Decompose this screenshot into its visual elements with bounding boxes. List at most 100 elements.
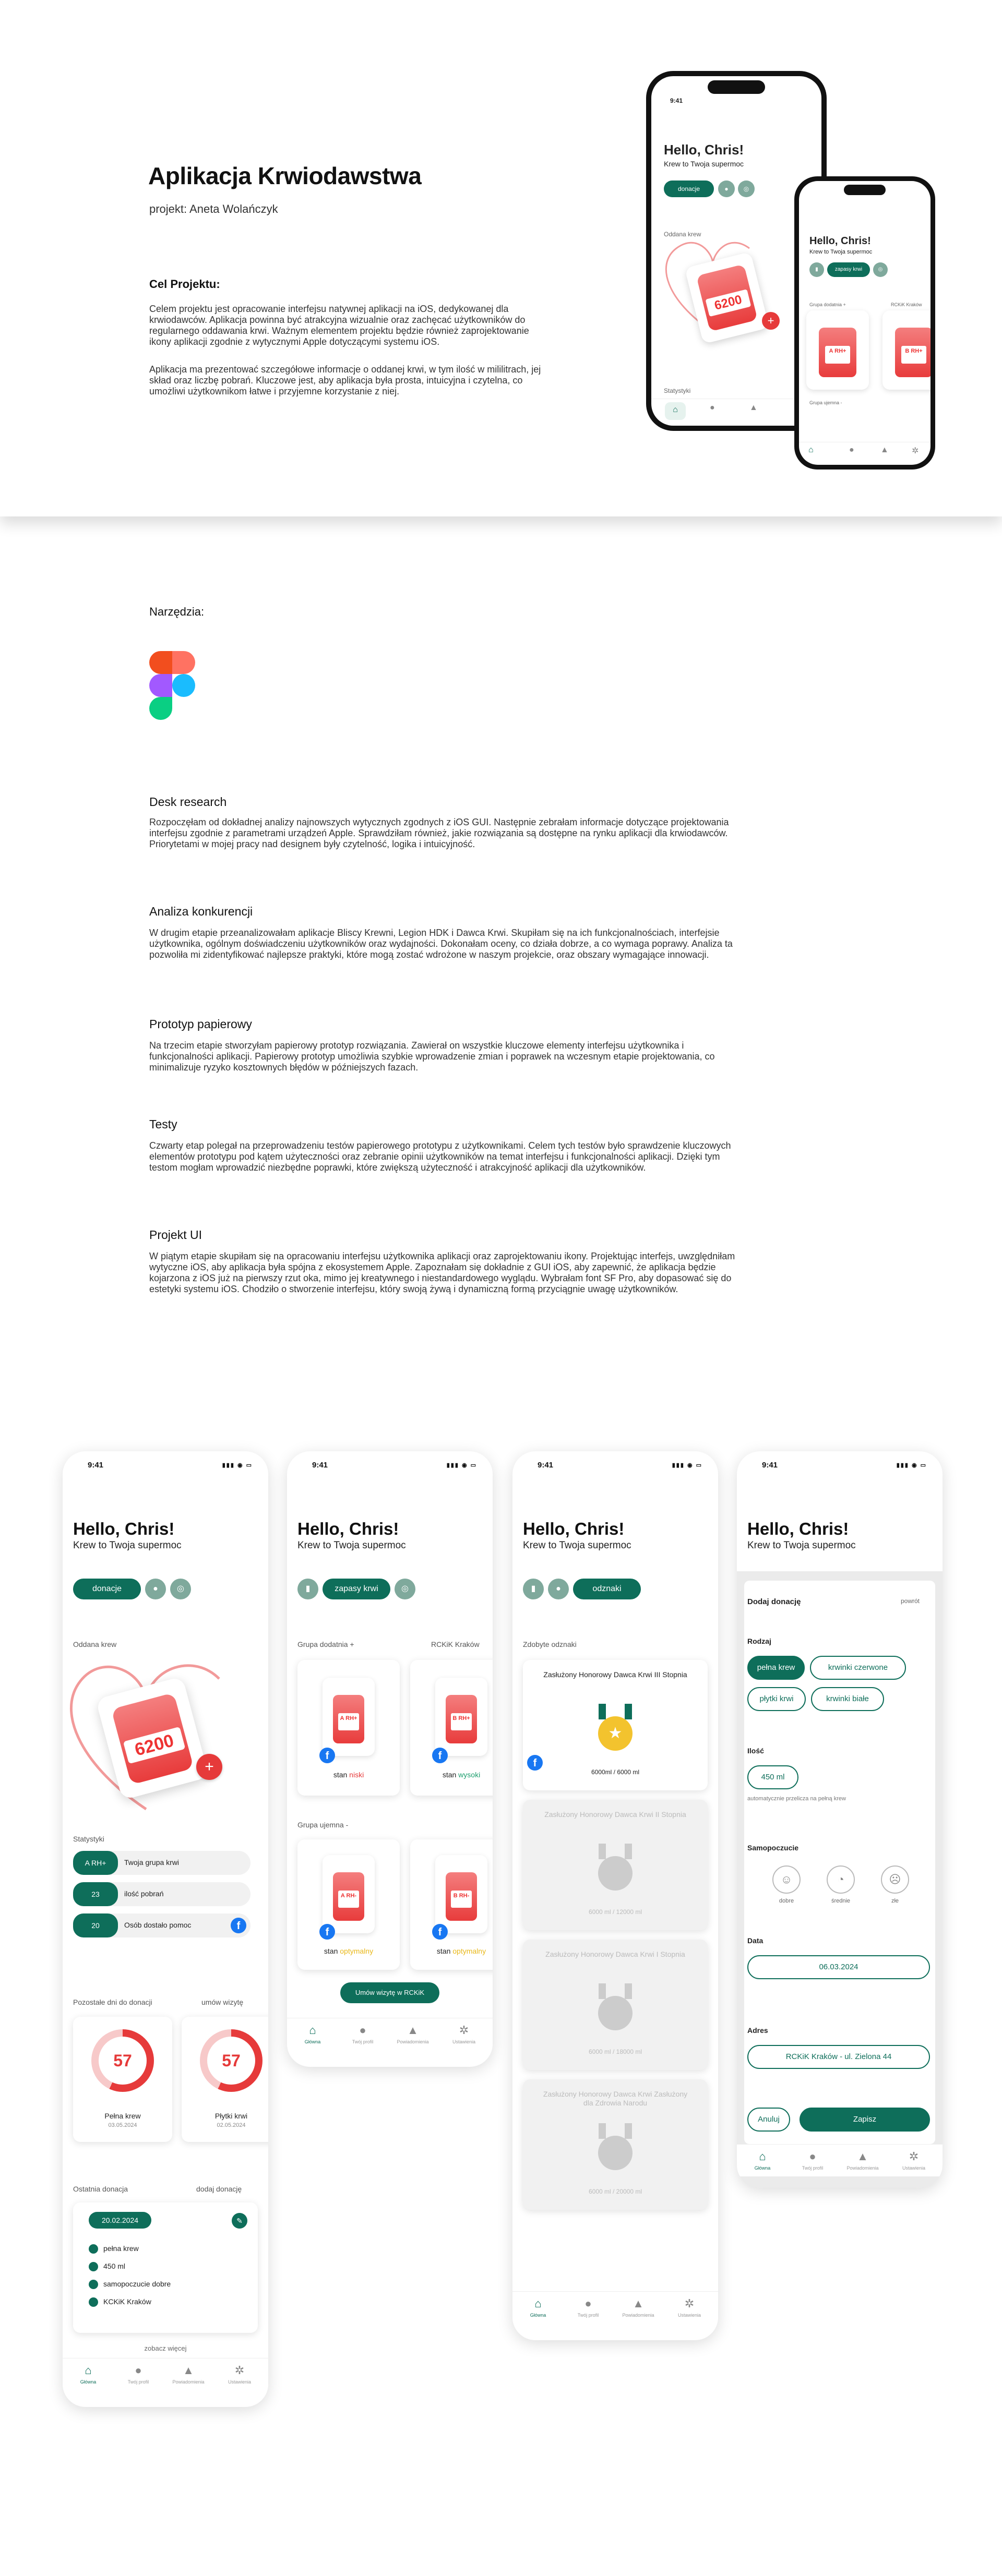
stat-label: Osób dostało pomoc <box>124 1921 192 1929</box>
cancel-button[interactable]: Anuluj <box>747 2108 790 2132</box>
home-icon[interactable]: ⌂ <box>808 446 814 455</box>
bell-icon[interactable]: ▲ <box>749 403 758 413</box>
drop-icon[interactable]: ● <box>145 1579 166 1599</box>
tab-profile[interactable]: ● Twój profil <box>115 2364 162 2385</box>
save-button[interactable]: Zapisz <box>800 2108 930 2132</box>
tab-notifications[interactable]: ▲ Powiadomienia <box>839 2150 886 2171</box>
amount-input[interactable]: 450 ml <box>747 1765 798 1789</box>
edit-icon[interactable]: ✎ <box>232 2213 247 2229</box>
blood-type: A RH- <box>338 1890 359 1908</box>
badges-button[interactable]: odznaki <box>573 1579 641 1599</box>
last-donation-date: 20.02.2024 <box>89 2212 151 2229</box>
page-title: Aplikacja Krwiodawstwa <box>148 162 422 189</box>
bell-icon[interactable]: ▲ <box>880 446 889 455</box>
see-more-link[interactable]: zobacz więcej <box>63 2344 268 2352</box>
greeting: Hello, Chris! <box>73 1519 175 1538</box>
add-button[interactable]: + <box>762 312 780 330</box>
stocks-button[interactable]: zapasy krwi <box>323 1579 390 1599</box>
medal-icon[interactable]: ◎ <box>395 1579 415 1599</box>
blood-stock-card[interactable]: B RH+ f stan wysoki <box>410 1660 493 1796</box>
gauge-value: 57 <box>99 2037 147 2085</box>
address-input[interactable]: RCKiK Kraków - ul. Zielona 44 <box>747 2045 930 2069</box>
tab-notifications[interactable]: ▲ Powiadomienia <box>389 2024 436 2044</box>
blood-stock-card[interactable]: A RH- f stan optymalny <box>297 1839 400 1970</box>
home-icon: ⌂ <box>759 2150 766 2163</box>
tab-notifications[interactable]: ▲ Powiadomienia <box>615 2297 662 2318</box>
drop-icon[interactable]: ● <box>718 180 735 197</box>
facebook-icon[interactable]: f <box>432 1924 448 1940</box>
donate-icon[interactable]: ▮ <box>523 1579 544 1599</box>
kind-chip[interactable]: krwinki białe <box>811 1687 884 1711</box>
stock-status: stan wysoki <box>442 1771 481 1779</box>
home-icon[interactable]: ⌂ <box>665 402 686 420</box>
tab-settings[interactable]: ✲ Ustawienia <box>216 2364 263 2385</box>
neutral-face-icon[interactable]: ◔ <box>827 1865 855 1894</box>
tab-profile[interactable]: ● Twój profil <box>789 2150 836 2171</box>
section-text: Czwarty etap polegał na przeprowadzeniu … <box>149 1140 731 1173</box>
add-donation-button[interactable]: + <box>196 1754 222 1780</box>
book-visit-link[interactable]: umów wizytę <box>201 1998 243 2006</box>
tab-settings[interactable]: ✲ Ustawienia <box>666 2297 713 2318</box>
tools-heading: Narzędzia: <box>149 605 205 618</box>
greeting: Hello, Chris! <box>747 1519 849 1538</box>
blood-stock-card[interactable]: A RH+ f stan niski <box>297 1660 400 1796</box>
tab-profile[interactable]: ● Twój profil <box>339 2024 386 2044</box>
gauge-card[interactable]: 57 Pełna krew 03.05.2024 <box>73 2017 172 2142</box>
status-time: 9:41 <box>312 1461 328 1470</box>
tab-settings[interactable]: ✲ Ustawienia <box>440 2024 487 2044</box>
status-time: 9:41 <box>762 1461 778 1470</box>
profile-icon[interactable]: ● <box>849 446 854 455</box>
medal-icon[interactable]: ◎ <box>738 180 755 197</box>
tab-home[interactable]: ⌂ Główna <box>515 2297 562 2318</box>
tab-settings[interactable]: ✲ Ustawienia <box>890 2150 937 2171</box>
home-icon: ⌂ <box>85 2364 92 2377</box>
tab-home[interactable]: ⌂ Główna <box>65 2364 112 2385</box>
status-time: 9:41 <box>88 1461 104 1470</box>
drop-icon[interactable]: ● <box>548 1579 569 1599</box>
detail-text: samopoczucie dobre <box>103 2280 171 2288</box>
facebook-icon[interactable]: f <box>231 1918 246 1933</box>
blood-stock-card[interactable]: B RH+ <box>882 310 931 390</box>
donate-icon[interactable]: ▮ <box>809 262 824 277</box>
profile-icon[interactable]: ● <box>710 403 715 413</box>
stocks-button[interactable]: zapasy krwi <box>827 262 870 277</box>
donations-button[interactable]: donacje <box>664 180 714 197</box>
stat-value: A RH+ <box>73 1851 118 1875</box>
facebook-icon[interactable]: f <box>432 1748 448 1763</box>
last-donation-card[interactable]: 20.02.2024 ✎ pełna krew 450 ml samopoczu… <box>73 2202 258 2333</box>
tab-home[interactable]: ⌂ Główna <box>289 2024 336 2044</box>
book-rckik-button[interactable]: Umów wizytę w RCKiK <box>340 1982 439 2003</box>
facebook-icon[interactable]: f <box>319 1748 335 1763</box>
sad-face-icon[interactable]: ☹ <box>881 1865 909 1894</box>
kind-chip[interactable]: pełna krew <box>747 1656 805 1680</box>
blood-stock-card[interactable]: B RH- f stan optymalny <box>410 1839 493 1970</box>
back-link[interactable]: powrót <box>901 1597 920 1605</box>
badge-card-locked[interactable]: Zasłużony Honorowy Dawca Krwi II Stopnia… <box>523 1800 708 1930</box>
tab-home[interactable]: ⌂ Główna <box>739 2150 786 2171</box>
donations-button[interactable]: donacje <box>73 1579 141 1599</box>
badge-card-locked[interactable]: Zasłużony Honorowy Dawca Krwi Zasłużony … <box>523 2079 708 2210</box>
gear-icon[interactable]: ✲ <box>912 446 918 456</box>
blood-stock-card[interactable]: A RH+ <box>806 310 869 390</box>
gauge-label: Pełna krew <box>104 2112 141 2120</box>
status-time: 9:41 <box>670 97 683 104</box>
date-input[interactable]: 06.03.2024 <box>747 1955 930 1979</box>
medal-icon[interactable]: ◎ <box>170 1579 191 1599</box>
smile-icon[interactable]: ☺ <box>772 1865 801 1894</box>
kind-chip[interactable]: płytki krwi <box>747 1687 806 1711</box>
tagline: Krew to Twoja supermoc <box>73 1540 182 1551</box>
tagline: Krew to Twoja supermoc <box>297 1540 406 1551</box>
date-label: Data <box>747 1936 764 1945</box>
badge-card[interactable]: Zasłużony Honorowy Dawca Krwi III Stopni… <box>523 1660 708 1790</box>
tab-profile[interactable]: ● Twój profil <box>565 2297 612 2318</box>
tab-notifications[interactable]: ▲ Powiadomienia <box>165 2364 212 2385</box>
screen-stocks: 9:41 ▮▮▮ ◉ ▭ Hello, Chris! Krew to Twoja … <box>287 1451 493 2067</box>
badge-card-locked[interactable]: Zasłużony Honorowy Dawca Krwi I Stopnia … <box>523 1940 708 2070</box>
facebook-icon[interactable]: f <box>319 1924 335 1940</box>
gauge-card[interactable]: 57 Płytki krwi 02.05.2024 <box>182 2017 268 2142</box>
donate-icon[interactable]: ▮ <box>297 1579 318 1599</box>
medal-icon[interactable]: ◎ <box>873 262 888 277</box>
add-donation-link[interactable]: dodaj donację <box>196 2185 242 2193</box>
kind-chip[interactable]: krwinki czerwone <box>810 1656 906 1680</box>
profile-icon: ● <box>359 2024 366 2037</box>
